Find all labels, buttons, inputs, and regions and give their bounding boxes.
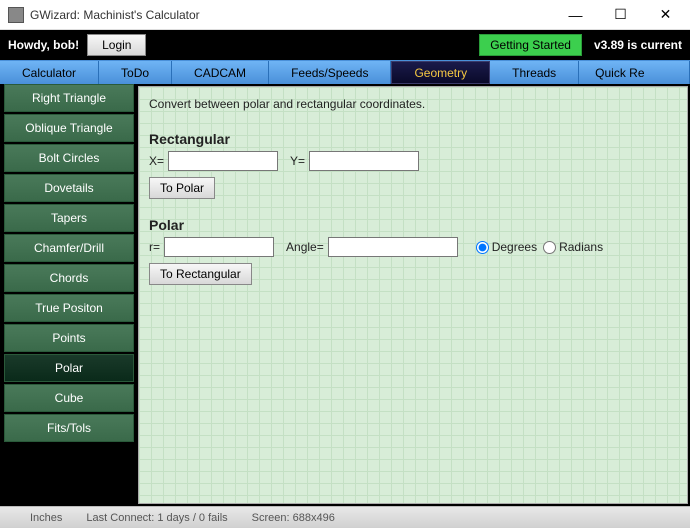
radians-radio-wrap[interactable]: Radians <box>543 240 603 254</box>
sidebar: Right TriangleOblique TriangleBolt Circl… <box>0 84 138 506</box>
status-units: Inches <box>30 512 62 524</box>
window-title: GWizard: Machinist's Calculator <box>30 8 553 22</box>
sidebar-item-points[interactable]: Points <box>4 324 134 352</box>
sidebar-item-true-positon[interactable]: True Positon <box>4 294 134 322</box>
maximize-button[interactable]: ☐ <box>598 1 643 29</box>
sidebar-item-fits-tols[interactable]: Fits/Tols <box>4 414 134 442</box>
sidebar-item-cube[interactable]: Cube <box>4 384 134 412</box>
version-text: v3.89 is current <box>594 38 682 52</box>
description-text: Convert between polar and rectangular co… <box>149 97 677 111</box>
tab-geometry[interactable]: Geometry <box>391 61 490 84</box>
content-panel: Convert between polar and rectangular co… <box>138 86 688 504</box>
sidebar-item-oblique-triangle[interactable]: Oblique Triangle <box>4 114 134 142</box>
polar-title: Polar <box>149 217 677 233</box>
sidebar-item-bolt-circles[interactable]: Bolt Circles <box>4 144 134 172</box>
getting-started-button[interactable]: Getting Started <box>479 34 582 56</box>
status-connect: Last Connect: 1 days / 0 fails <box>86 512 227 524</box>
r-input[interactable] <box>164 237 274 257</box>
tab-quick-re[interactable]: Quick Re <box>579 61 690 84</box>
minimize-button[interactable]: — <box>553 1 598 29</box>
y-label: Y= <box>290 154 305 168</box>
radians-label: Radians <box>559 240 603 254</box>
sidebar-item-chords[interactable]: Chords <box>4 264 134 292</box>
login-button[interactable]: Login <box>87 34 146 56</box>
degrees-radio-wrap[interactable]: Degrees <box>476 240 537 254</box>
statusbar: Inches Last Connect: 1 days / 0 fails Sc… <box>0 506 690 528</box>
tab-cadcam[interactable]: CADCAM <box>172 61 269 84</box>
sidebar-item-tapers[interactable]: Tapers <box>4 204 134 232</box>
rectangular-title: Rectangular <box>149 131 677 147</box>
header-bar: Howdy, bob! Login Getting Started v3.89 … <box>0 30 690 60</box>
app-icon <box>8 7 24 23</box>
x-input[interactable] <box>168 151 278 171</box>
sidebar-item-dovetails[interactable]: Dovetails <box>4 174 134 202</box>
angle-label: Angle= <box>286 240 324 254</box>
close-button[interactable]: ✕ <box>643 1 688 29</box>
tab-calculator[interactable]: Calculator <box>0 61 99 84</box>
status-screen: Screen: 688x496 <box>252 512 335 524</box>
r-label: r= <box>149 240 160 254</box>
tab-todo[interactable]: ToDo <box>99 61 172 84</box>
titlebar: GWizard: Machinist's Calculator — ☐ ✕ <box>0 0 690 30</box>
angle-input[interactable] <box>328 237 458 257</box>
sidebar-item-right-triangle[interactable]: Right Triangle <box>4 84 134 112</box>
sidebar-item-polar[interactable]: Polar <box>4 354 134 382</box>
radians-radio[interactable] <box>543 241 556 254</box>
degrees-label: Degrees <box>492 240 537 254</box>
to-rectangular-button[interactable]: To Rectangular <box>149 263 252 285</box>
main-tabs: CalculatorToDoCADCAMFeeds/SpeedsGeometry… <box>0 60 690 84</box>
to-polar-button[interactable]: To Polar <box>149 177 215 199</box>
y-input[interactable] <box>309 151 419 171</box>
tab-threads[interactable]: Threads <box>490 61 579 84</box>
greeting-text: Howdy, bob! <box>8 38 79 52</box>
x-label: X= <box>149 154 164 168</box>
tab-feeds-speeds[interactable]: Feeds/Speeds <box>269 61 391 84</box>
sidebar-item-chamfer-drill[interactable]: Chamfer/Drill <box>4 234 134 262</box>
degrees-radio[interactable] <box>476 241 489 254</box>
